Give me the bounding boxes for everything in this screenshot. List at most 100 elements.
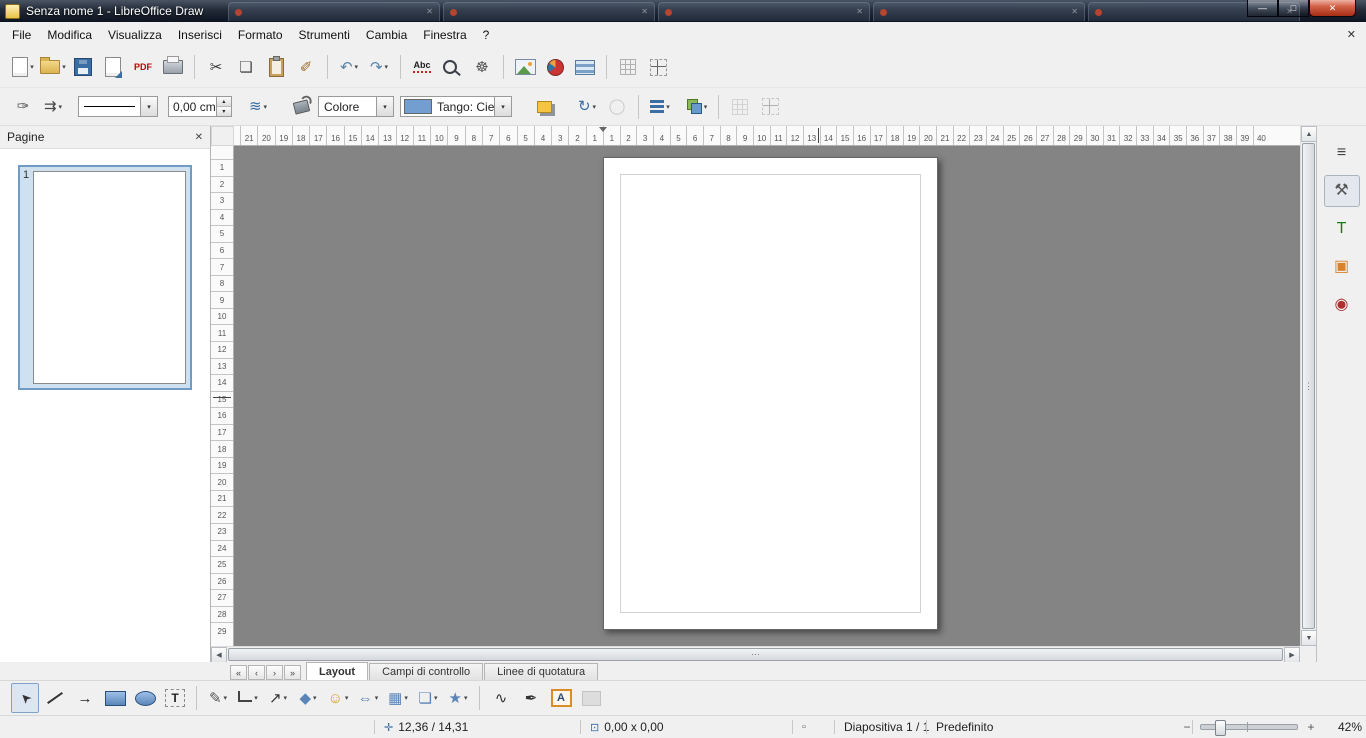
curve-tool-dropdown-arrow[interactable]: ▾ [224, 694, 228, 702]
horizontal-ruler[interactable]: 21 20 19 18 17 16 15 14 13 12 11 10 9 8 7 6 5 4 3 2 1 123456… [234, 126, 1300, 146]
menu-item-formato[interactable]: Formato [230, 24, 291, 46]
menu-item-strumenti[interactable]: Strumenti [291, 24, 358, 46]
zoom-slider-thumb[interactable] [1215, 720, 1226, 736]
lines-arrows-tool-dropdown-arrow[interactable]: ▾ [284, 694, 288, 702]
insert-chart-button[interactable] [541, 52, 569, 82]
glue-points-tool-button[interactable]: ✒ [517, 683, 545, 713]
zoom-out-button[interactable]: − [1181, 720, 1193, 734]
callouts-tool-button[interactable]: ❏ ▾ [414, 683, 442, 713]
sidebar-settings-button[interactable]: ≡ [1324, 137, 1360, 169]
basic-shapes-tool-dropdown-arrow[interactable]: ▾ [313, 694, 317, 702]
pages-panel-close-icon[interactable]: ✕ [195, 132, 203, 143]
last-page-button[interactable]: » [284, 665, 301, 680]
lines-arrows-tool-button[interactable]: ↗ ▾ [264, 683, 292, 713]
display-grid-button[interactable] [614, 52, 642, 82]
line-width-increase-button[interactable]: ▴ [216, 97, 231, 107]
connector-tool-dropdown-arrow[interactable]: ▾ [254, 694, 258, 702]
save-button[interactable] [69, 52, 97, 82]
undo-dropdown-arrow[interactable]: ▾ [355, 63, 359, 71]
scroll-right-button[interactable]: ▶ [1284, 647, 1300, 663]
ruler-corner[interactable] [211, 126, 234, 146]
line-arrow-tool-button[interactable]: → [71, 683, 99, 713]
drawing-page[interactable] [603, 157, 938, 630]
basic-shapes-tool-button[interactable]: ◆ ▾ [294, 683, 322, 713]
line-tool-button[interactable] [41, 683, 69, 713]
horizontal-scrollbar-thumb[interactable]: ⋯ [228, 648, 1283, 661]
drawing-canvas[interactable] [234, 146, 1300, 646]
navigator-button[interactable]: ☸ [468, 52, 496, 82]
insert-image-button[interactable] [511, 52, 539, 82]
new-document-dropdown-arrow[interactable]: ▾ [30, 63, 34, 71]
menu-item-visualizza[interactable]: Visualizza [100, 24, 170, 46]
area-dialog-button[interactable] [287, 92, 315, 122]
arrow-style-dropdown-arrow[interactable]: ▾ [59, 103, 63, 111]
flowchart-tool-button[interactable]: ▦ ▾ [384, 683, 412, 713]
ellipse-tool-button[interactable] [131, 683, 159, 713]
cut-button[interactable]: ✂ [202, 52, 230, 82]
insert-table-button[interactable] [571, 52, 599, 82]
menu-item-cambia[interactable]: Cambia [358, 24, 415, 46]
tab-linee-di-quotatura[interactable]: Linee di quotatura [484, 663, 599, 680]
navigator-button[interactable]: ◉ [1324, 289, 1360, 321]
export-pdf-button[interactable]: PDF [129, 52, 157, 82]
block-arrows-tool-button[interactable]: ⇔ ▾ [354, 683, 382, 713]
zoom-level[interactable]: 42% [1324, 720, 1362, 734]
menu-item-help[interactable]: ? [475, 24, 498, 46]
symbol-shapes-tool-button[interactable]: ☺ ▾ [324, 683, 352, 713]
area-fill-type-dropdown-arrow[interactable]: ▾ [376, 97, 393, 116]
arrange-button[interactable]: ▾ [683, 92, 711, 122]
tab-layout[interactable]: Layout [306, 662, 369, 680]
find-replace-button[interactable] [438, 52, 466, 82]
area-fill-type-select[interactable]: Colore ▾ [318, 96, 394, 117]
stars-tool-button[interactable]: ★ ▾ [444, 683, 472, 713]
vertical-scrollbar[interactable]: ▲ ⋮ ▼ [1300, 126, 1317, 646]
styles-button[interactable]: T [1324, 213, 1360, 245]
connector-tool-button[interactable]: ▾ [234, 683, 262, 713]
line-width-value[interactable]: 0,00 cm [169, 97, 216, 116]
export-button[interactable] [99, 52, 127, 82]
open-button[interactable]: ▾ [39, 52, 67, 82]
line-width-input[interactable]: 0,00 cm ▴ ▾ [168, 96, 232, 117]
minimize-button[interactable]: — [1247, 0, 1278, 17]
close-button[interactable]: ✕ [1309, 0, 1356, 17]
helplines-while-moving-button[interactable] [644, 52, 672, 82]
fill-color-select[interactable]: Tango: Cie ▾ [400, 96, 512, 117]
vertical-ruler[interactable]: 1 2 3 4 5 6 7 8 9 10 11 12 13 14 15 16 17 18 19 20 21 22 23 24 2… [211, 146, 234, 646]
shadow-button[interactable] [530, 92, 558, 122]
fontwork-tool-button[interactable]: A [547, 683, 575, 713]
scroll-up-button[interactable]: ▲ [1301, 126, 1317, 142]
text-tool-button[interactable]: T [161, 683, 189, 713]
transformations-button[interactable]: ↻ ▾ [573, 92, 601, 122]
curve-tool-button[interactable]: ✎ ▾ [204, 683, 232, 713]
print-button[interactable] [159, 52, 187, 82]
menu-item-finestra[interactable]: Finestra [415, 24, 474, 46]
page-thumbnail[interactable]: 1 [18, 165, 192, 390]
fill-color-dropdown-arrow[interactable]: ▾ [494, 97, 511, 116]
line-width-decrease-button[interactable]: ▾ [216, 107, 231, 116]
redo-button[interactable]: ↷ ▾ [365, 52, 393, 82]
callouts-tool-dropdown-arrow[interactable]: ▾ [434, 694, 438, 702]
block-arrows-tool-dropdown-arrow[interactable]: ▾ [375, 694, 379, 702]
close-document-icon[interactable]: ✕ [1347, 28, 1356, 41]
paste-button[interactable] [262, 52, 290, 82]
zoom-slider[interactable] [1200, 720, 1298, 736]
vertical-scrollbar-thumb[interactable]: ⋮ [1302, 143, 1315, 629]
transformations-dropdown-arrow[interactable]: ▾ [593, 103, 597, 111]
align-dropdown-arrow[interactable]: ▾ [666, 103, 670, 111]
undo-button[interactable]: ↶ ▾ [335, 52, 363, 82]
line-color-dropdown-arrow[interactable]: ▾ [264, 103, 268, 111]
scroll-left-button[interactable]: ◀ [211, 647, 227, 663]
next-page-button[interactable]: › [266, 665, 283, 680]
menu-item-inserisci[interactable]: Inserisci [170, 24, 230, 46]
first-page-button[interactable]: « [230, 665, 247, 680]
line-style-dropdown-arrow[interactable]: ▾ [140, 97, 157, 116]
menu-item-file[interactable]: File [4, 24, 39, 46]
flowchart-tool-dropdown-arrow[interactable]: ▾ [404, 694, 408, 702]
line-style-select[interactable]: ▾ [78, 96, 158, 117]
align-objects-button[interactable]: ▾ [646, 92, 674, 122]
select-tool-button[interactable]: ➤ [11, 683, 39, 713]
open-dropdown-arrow[interactable]: ▾ [62, 63, 66, 71]
gallery-button[interactable]: ▣ [1324, 251, 1360, 283]
horizontal-scrollbar[interactable]: ◀ ⋯ ▶ [211, 646, 1300, 663]
tab-campi-di-controllo[interactable]: Campi di controllo [369, 663, 484, 680]
